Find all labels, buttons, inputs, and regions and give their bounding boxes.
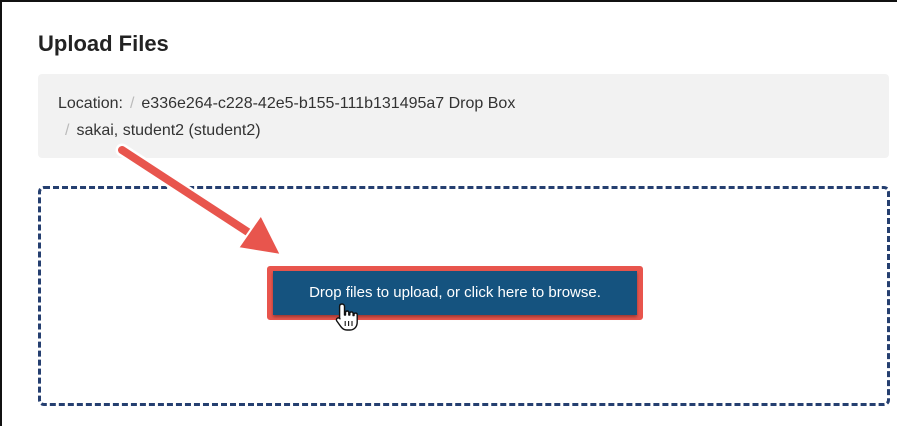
location-label: Location: [58,95,123,112]
breadcrumb-item-drop-box: e336e264-c228-42e5-b155-111b131495a7 Dro… [141,95,516,112]
breadcrumb-separator: / [129,95,135,112]
breadcrumb-item-student: sakai, student2 (student2) [76,122,261,139]
page-title: Upload Files [38,31,169,56]
browse-upload-button[interactable]: Drop files to upload, or click here to b… [273,271,637,315]
upload-panel: Upload Files Location: / e336e264-c228-42e… [0,0,897,426]
location-breadcrumb: Location: / e336e264-c228-42e5-b155-111b13… [38,74,889,158]
breadcrumb-separator: / [65,122,70,139]
